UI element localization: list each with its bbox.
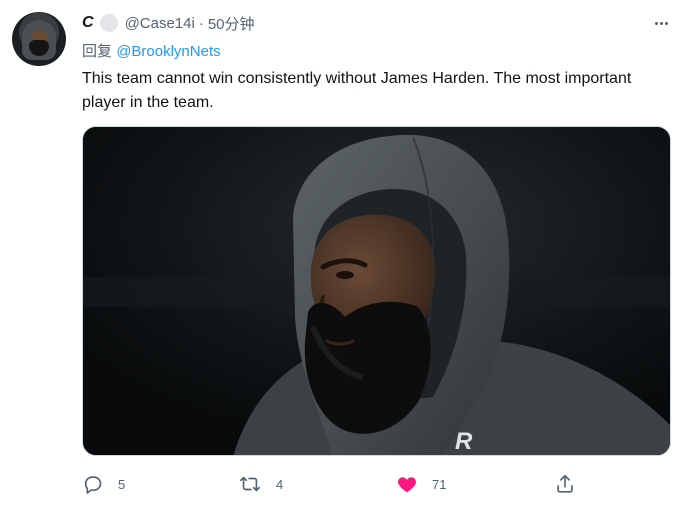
retweet-icon (240, 476, 260, 492)
more-icon[interactable] (650, 14, 672, 32)
like-button[interactable]: 71 (396, 470, 446, 498)
heart-icon (398, 477, 416, 493)
reply-icon (84, 476, 102, 494)
reply-context: 回复 @BrooklynNets (82, 40, 221, 61)
separator: · (198, 14, 204, 32)
timestamp[interactable]: 50分钟 (208, 13, 255, 34)
tweet-media-image[interactable]: R (82, 126, 671, 456)
name-emoji (99, 14, 118, 32)
tweet-actions: 5 4 71 (82, 470, 602, 498)
avatar[interactable] (12, 12, 66, 66)
reply-mention-link[interactable]: @BrooklynNets (116, 43, 220, 60)
reply-count: 5 (118, 476, 126, 492)
hoodie-logo: R (455, 428, 473, 455)
reply-prefix: 回复 (82, 43, 113, 60)
display-name[interactable]: C (82, 14, 94, 32)
reply-button[interactable]: 5 (82, 470, 125, 498)
share-button[interactable] (554, 470, 576, 498)
retweet-button[interactable]: 4 (238, 470, 283, 498)
share-icon (557, 474, 573, 493)
like-count: 71 (432, 476, 447, 492)
retweet-count: 4 (276, 476, 284, 492)
tweet-text: This team cannot win consistently withou… (82, 70, 632, 111)
tweet[interactable]: C @Case14i · 50分钟 回复 @BrooklynNets This … (0, 0, 700, 507)
tweet-header: C @Case14i · 50分钟 (82, 12, 255, 34)
handle[interactable]: @Case14i (125, 15, 195, 32)
photo-of-hooded-basketball-player: R (83, 127, 670, 455)
